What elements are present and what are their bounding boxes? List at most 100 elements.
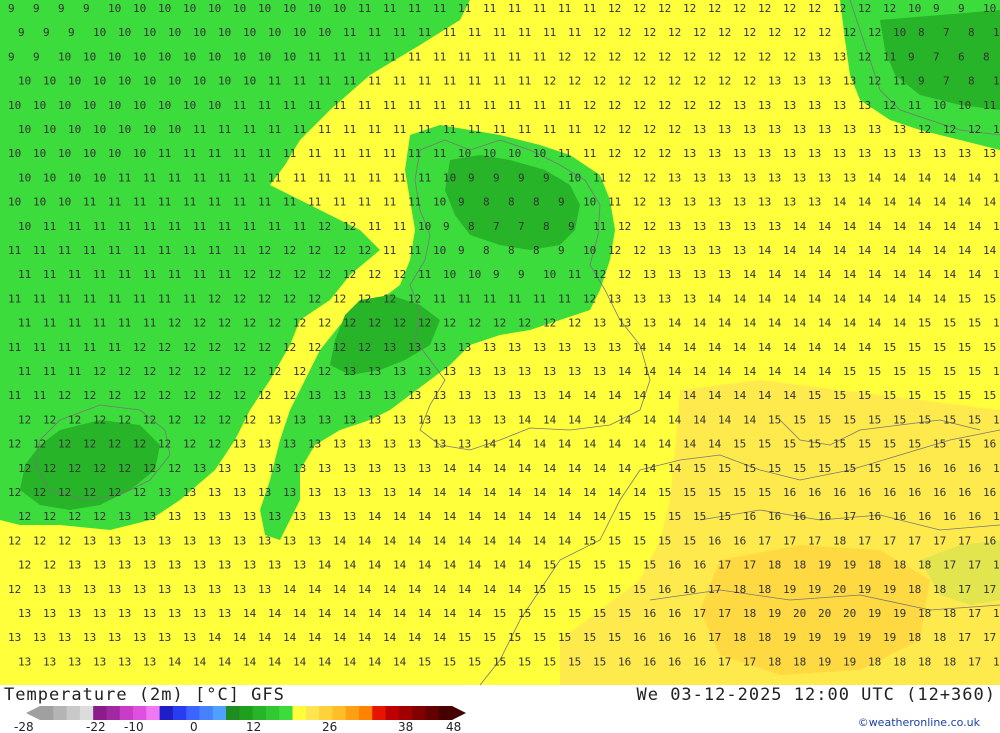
legend-swatch bbox=[133, 706, 147, 720]
grid-temperature-value: 17 bbox=[968, 655, 981, 668]
grid-temperature-value: 9 bbox=[543, 171, 550, 184]
grid-temperature-value: 14 bbox=[408, 631, 422, 644]
grid-temperature-value: 11 bbox=[218, 268, 231, 281]
grid-temperature-value: 13 bbox=[318, 462, 331, 475]
grid-temperature-value: 15 bbox=[768, 462, 781, 475]
grid-temperature-value: 15 bbox=[843, 413, 856, 426]
grid-temperature-value: 15 bbox=[933, 389, 946, 402]
grid-temperature-value: 11 bbox=[358, 147, 371, 160]
grid-temperature-value: 12 bbox=[783, 50, 796, 63]
grid-temperature-value: 12 bbox=[118, 413, 131, 426]
grid-temperature-value: 11 bbox=[68, 365, 81, 378]
grid-temperature-value: 10 bbox=[218, 26, 231, 39]
grid-temperature-value: 16 bbox=[993, 462, 1000, 475]
grid-temperature-value: 12 bbox=[868, 75, 881, 88]
grid-temperature-value: 11 bbox=[18, 317, 31, 330]
legend-swatch bbox=[239, 706, 254, 720]
grid-temperature-value: 13 bbox=[58, 583, 71, 596]
grid-temperature-value: 14 bbox=[593, 510, 607, 523]
grid-temperature-value: 15 bbox=[883, 438, 896, 451]
grid-temperature-value: 12 bbox=[58, 534, 71, 547]
grid-temperature-value: 15 bbox=[833, 438, 846, 451]
grid-temperature-value: 11 bbox=[568, 26, 581, 39]
grid-temperature-value: 12 bbox=[268, 365, 281, 378]
grid-temperature-value: 13 bbox=[368, 413, 381, 426]
grid-temperature-value: 14 bbox=[308, 583, 322, 596]
grid-temperature-value: 15 bbox=[918, 413, 931, 426]
grid-temperature-value: 13 bbox=[268, 462, 281, 475]
grid-temperature-value: 12 bbox=[93, 462, 106, 475]
grid-temperature-value: 11 bbox=[558, 2, 571, 15]
legend-swatch bbox=[425, 706, 440, 720]
grid-temperature-value: 14 bbox=[783, 389, 797, 402]
grid-temperature-value: 12 bbox=[643, 220, 656, 233]
grid-temperature-value: 14 bbox=[543, 413, 557, 426]
grid-temperature-value: 14 bbox=[443, 510, 457, 523]
grid-temperature-value: 11 bbox=[268, 171, 281, 184]
grid-temperature-value: 13 bbox=[458, 341, 471, 354]
grid-temperature-value: 13 bbox=[593, 317, 606, 330]
grid-temperature-value: 13 bbox=[743, 171, 756, 184]
grid-temperature-value: 13 bbox=[993, 123, 1000, 136]
grid-temperature-value: 11 bbox=[118, 171, 131, 184]
grid-temperature-value: 11 bbox=[418, 171, 431, 184]
credit-link[interactable]: ©weatheronline.co.uk bbox=[858, 716, 980, 729]
grid-temperature-value: 14 bbox=[858, 341, 872, 354]
grid-temperature-value: 8 bbox=[983, 50, 990, 63]
grid-temperature-value: 10 bbox=[133, 99, 146, 112]
grid-temperature-value: 16 bbox=[708, 534, 721, 547]
grid-temperature-value: 15 bbox=[593, 607, 606, 620]
grid-temperature-value: 15 bbox=[993, 268, 1000, 281]
grid-temperature-value: 15 bbox=[833, 389, 846, 402]
grid-temperature-value: 14 bbox=[833, 341, 847, 354]
grid-temperature-value: 12 bbox=[83, 486, 96, 499]
grid-temperature-value: 11 bbox=[83, 244, 96, 257]
grid-temperature-value: 13 bbox=[358, 438, 371, 451]
grid-temperature-value: 14 bbox=[458, 486, 472, 499]
grid-temperature-value: 15 bbox=[568, 607, 581, 620]
grid-temperature-value: 13 bbox=[258, 534, 271, 547]
grid-temperature-value: 13 bbox=[608, 341, 621, 354]
grid-temperature-value: 15 bbox=[858, 389, 871, 402]
grid-temperature-value: 13 bbox=[743, 220, 756, 233]
grid-temperature-value: 13 bbox=[983, 147, 996, 160]
grid-temperature-value: 11 bbox=[368, 75, 381, 88]
grid-temperature-value: 14 bbox=[443, 607, 457, 620]
grid-temperature-value: 16 bbox=[793, 510, 806, 523]
grid-temperature-value: 15 bbox=[883, 341, 896, 354]
grid-temperature-value: 12 bbox=[43, 559, 56, 572]
grid-temperature-value: 10 bbox=[433, 244, 446, 257]
grid-temperature-value: 11 bbox=[33, 341, 46, 354]
grid-temperature-value: 13 bbox=[408, 341, 421, 354]
grid-temperature-value: 12 bbox=[783, 2, 796, 15]
grid-temperature-value: 12 bbox=[618, 26, 631, 39]
grid-temperature-value: 14 bbox=[283, 583, 297, 596]
grid-temperature-value: 11 bbox=[183, 292, 196, 305]
grid-temperature-value: 13 bbox=[508, 341, 521, 354]
grid-temperature-value: 11 bbox=[383, 196, 396, 209]
grid-temperature-value: 15 bbox=[733, 438, 746, 451]
grid-temperature-value: 16 bbox=[668, 607, 681, 620]
grid-temperature-value: 12 bbox=[133, 341, 146, 354]
grid-temperature-value: 12 bbox=[393, 317, 406, 330]
grid-temperature-value: 13 bbox=[843, 75, 856, 88]
grid-temperature-value: 14 bbox=[593, 462, 607, 475]
grid-temperature-value: 15 bbox=[893, 413, 906, 426]
grid-temperature-value: 11 bbox=[243, 171, 256, 184]
grid-temperature-value: 12 bbox=[233, 389, 246, 402]
grid-temperature-value: 13 bbox=[493, 365, 506, 378]
grid-temperature-value: 13 bbox=[18, 655, 31, 668]
grid-temperature-value: 18 bbox=[918, 559, 931, 572]
grid-temperature-value: 12 bbox=[733, 2, 746, 15]
grid-temperature-value: 17 bbox=[958, 534, 971, 547]
grid-temperature-value: 10 bbox=[318, 26, 331, 39]
grid-temperature-value: 13 bbox=[558, 341, 571, 354]
legend-tick-label: 26 bbox=[322, 720, 338, 733]
grid-temperature-value: 11 bbox=[433, 99, 446, 112]
grid-temperature-value: 12 bbox=[568, 75, 581, 88]
grid-temperature-value: 12 bbox=[133, 438, 146, 451]
grid-temperature-value: 16 bbox=[983, 486, 996, 499]
grid-temperature-value: 11 bbox=[83, 196, 96, 209]
grid-temperature-value: 11 bbox=[508, 50, 521, 63]
grid-temperature-value: 14 bbox=[468, 559, 482, 572]
